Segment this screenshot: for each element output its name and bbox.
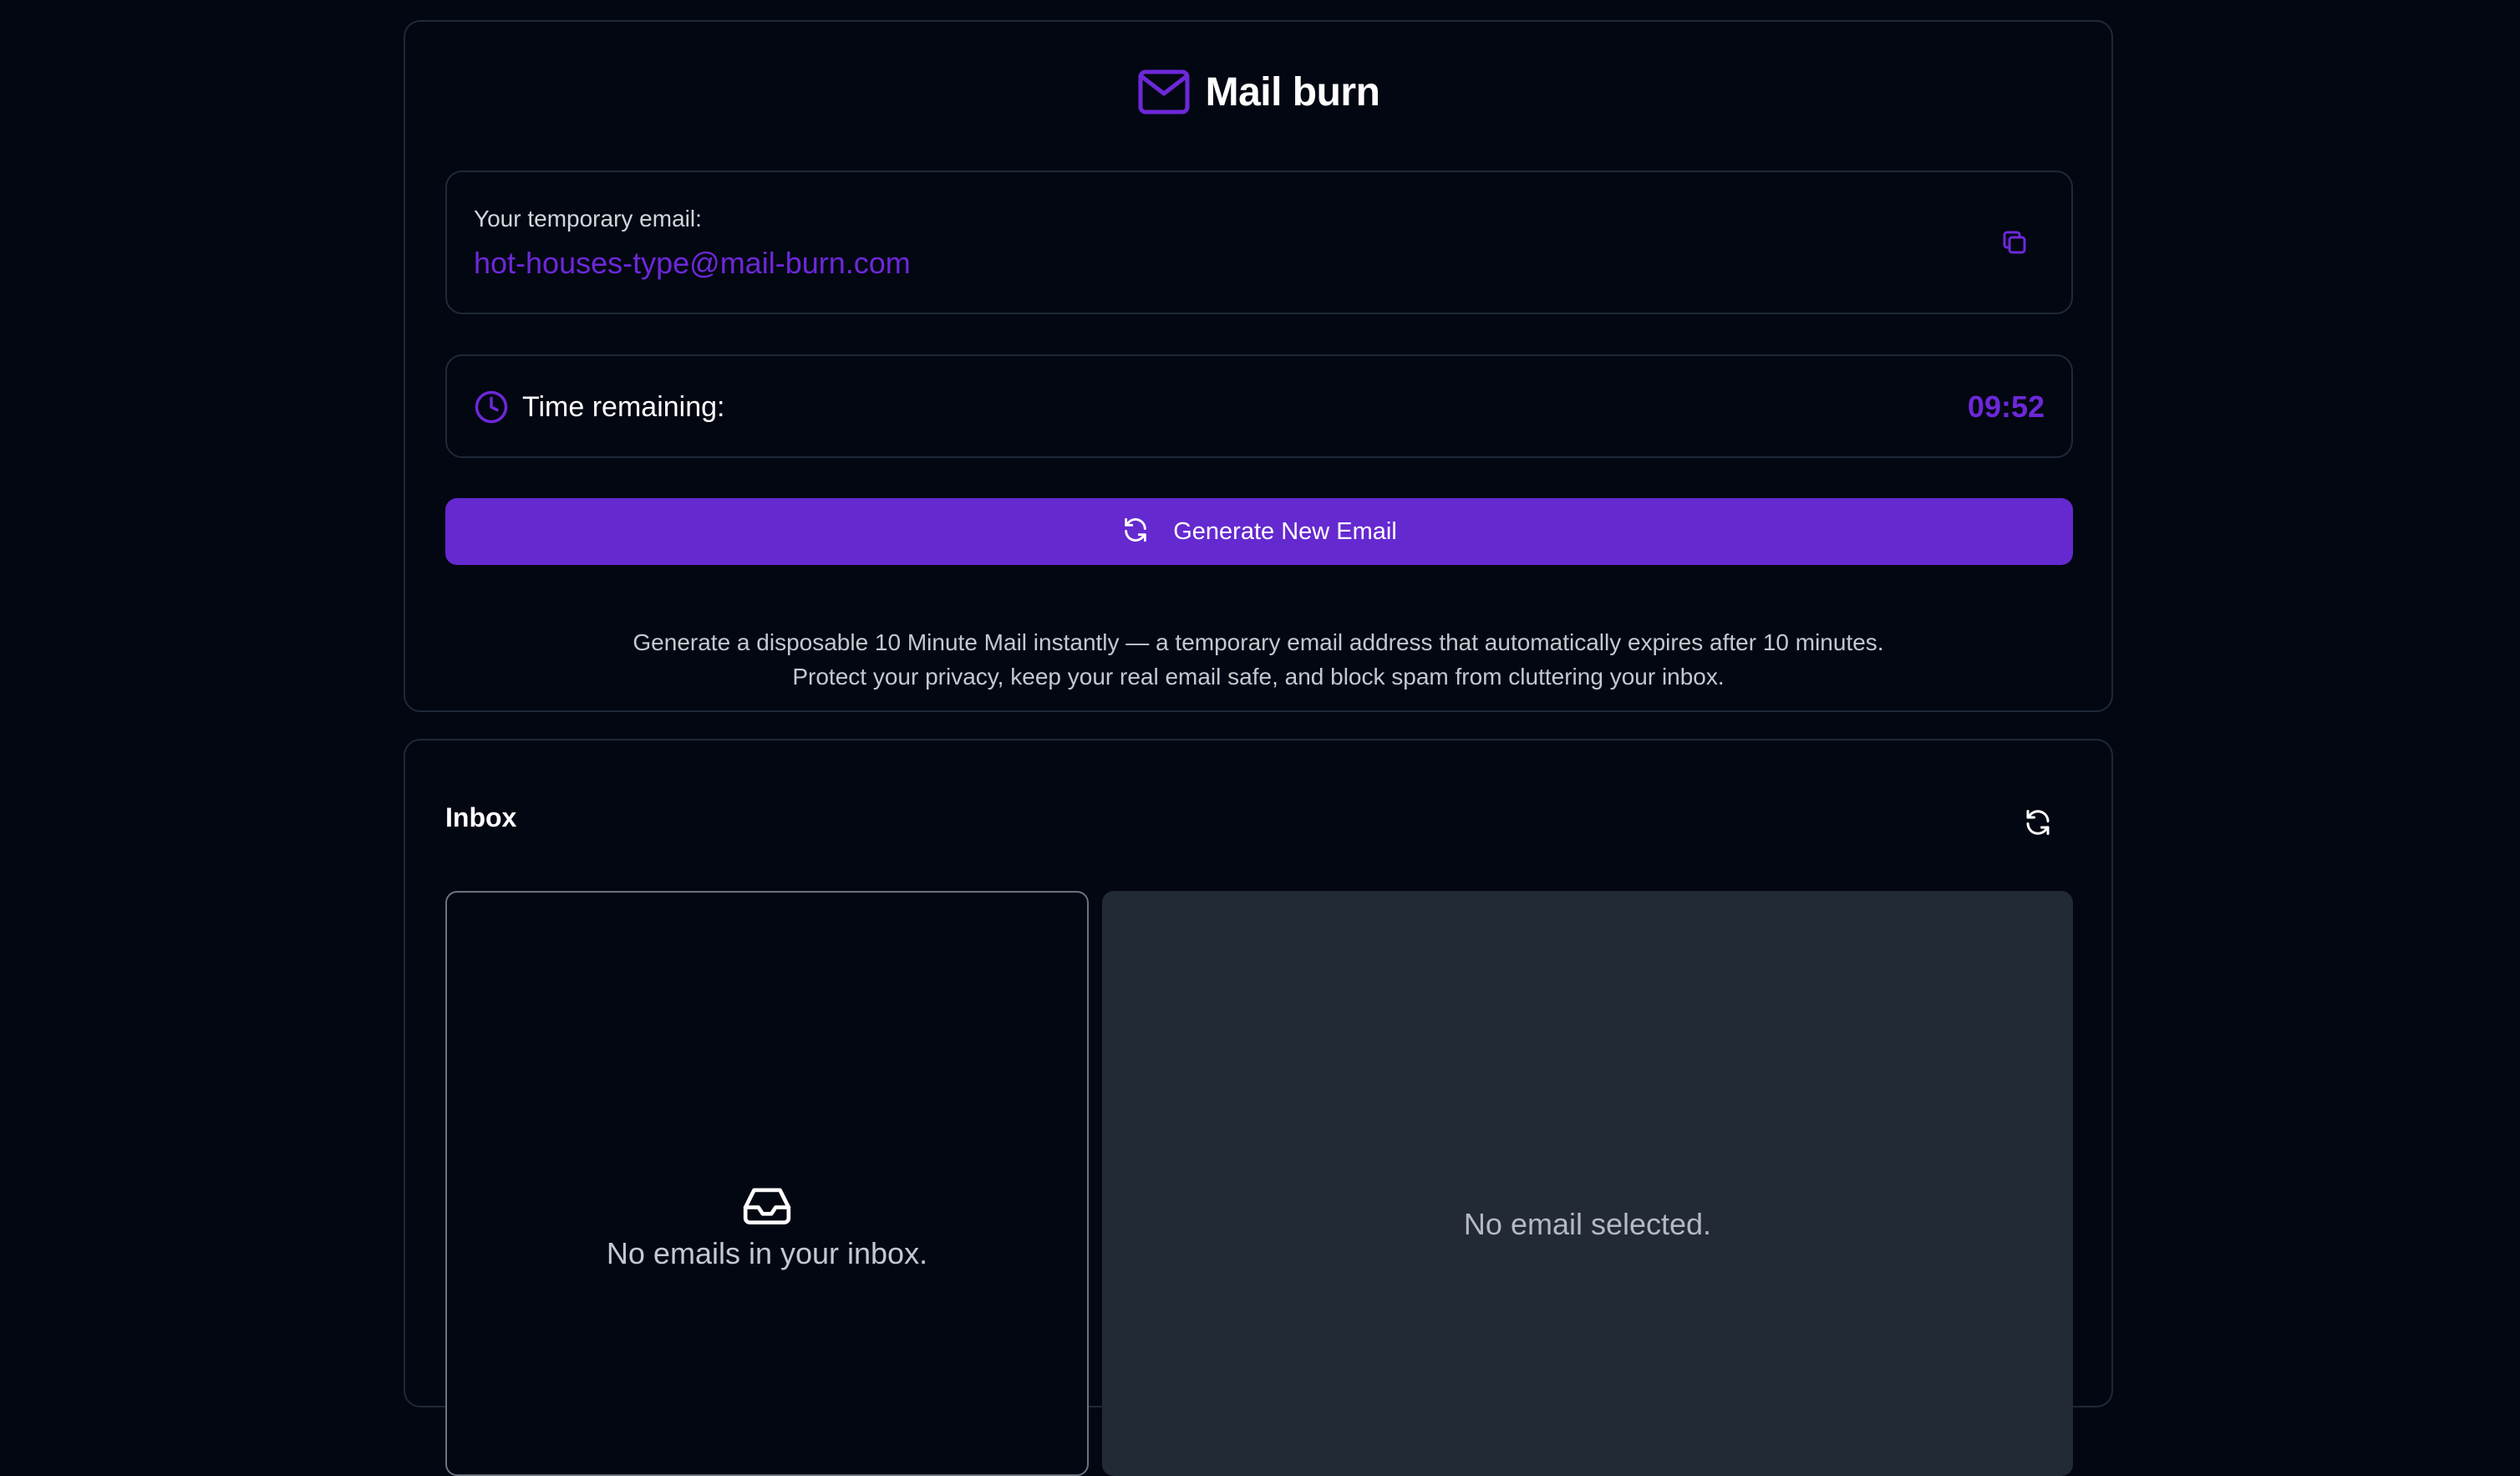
description: Generate a disposable 10 Minute Mail ins… [405, 625, 2111, 694]
refresh-icon [1121, 516, 1150, 548]
temporary-email-label: Your temporary email: [474, 206, 702, 232]
mail-icon [1137, 69, 1191, 115]
inbox-tray-icon [741, 1183, 793, 1231]
viewer-empty-text: No email selected. [1463, 1207, 1712, 1241]
clock-icon [474, 389, 509, 425]
email-viewer: No email selected. [1102, 891, 2073, 1476]
timer-label: Time remaining: [522, 391, 725, 423]
email-generator-card: Mail burn Your temporary email: hot-hous… [404, 20, 2113, 712]
description-line-1: Generate a disposable 10 Minute Mail ins… [633, 629, 1884, 655]
temporary-email-address[interactable]: hot-houses-type@mail-burn.com [474, 246, 911, 281]
app-header: Mail burn [405, 69, 2111, 115]
generate-new-email-button[interactable]: Generate New Email [445, 498, 2073, 565]
inbox-refresh-button[interactable] [2023, 807, 2056, 841]
app-title: Mail burn [1205, 69, 1380, 115]
timer-value: 09:52 [1967, 389, 2045, 424]
inbox-empty-text: No emails in your inbox. [606, 1236, 928, 1270]
timer-box: Time remaining: 09:52 [445, 354, 2073, 458]
temporary-email-box: Your temporary email: hot-houses-type@ma… [445, 171, 2073, 314]
generate-new-email-label: Generate New Email [1173, 517, 1397, 545]
inbox-empty-state: No emails in your inbox. [447, 1183, 1087, 1271]
refresh-icon [2023, 810, 2053, 841]
inbox-title: Inbox [445, 802, 517, 832]
copy-icon [1999, 227, 2030, 262]
copy-email-button[interactable] [1994, 224, 2035, 264]
email-list[interactable]: No emails in your inbox. [445, 891, 1089, 1476]
inbox-card: Inbox No emails in your inbox. No email … [404, 739, 2113, 1476]
description-line-2: Protect your privacy, keep your real ema… [792, 664, 1725, 690]
